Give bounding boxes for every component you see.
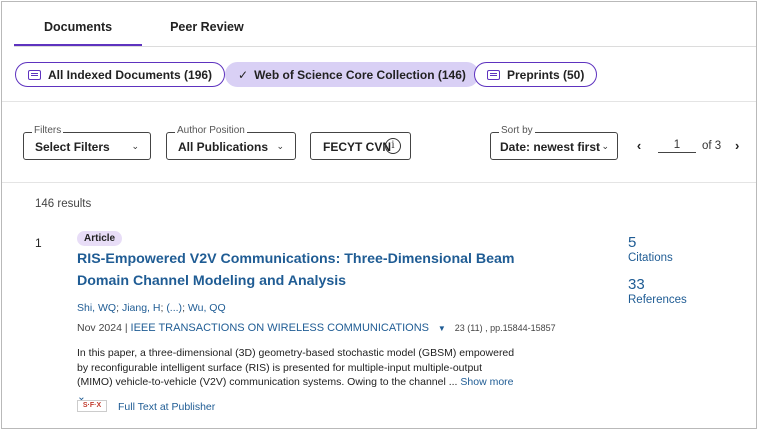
document-list-icon: [28, 69, 41, 80]
document-type-badge: Article: [77, 231, 123, 246]
sort-by-dropdown[interactable]: Sort by Date: newest first ⌄: [490, 125, 618, 160]
sort-by-legend: Sort by: [499, 125, 535, 137]
all-indexed-documents-button[interactable]: All Indexed Documents (196): [15, 62, 226, 87]
author-position-value: All Publications: [178, 140, 269, 154]
author-link[interactable]: Shi, WQ: [77, 302, 116, 314]
author-link[interactable]: Jiang, H: [122, 302, 161, 314]
previous-page-icon[interactable]: ‹: [632, 138, 646, 153]
tab-divider: [14, 46, 756, 47]
author-expand-link[interactable]: (...): [166, 302, 182, 314]
sort-by-value: Date: newest first: [500, 140, 601, 154]
citations-link[interactable]: 5 Citations: [628, 235, 673, 265]
source-info: Nov 2024 | IEEE TRANSACTIONS ON WIRELESS…: [77, 322, 556, 334]
document-list-icon: [487, 69, 500, 80]
filters-value: Select Filters: [35, 140, 110, 154]
chevron-down-icon: ⌄: [131, 141, 139, 151]
caret-down-icon[interactable]: ▼: [438, 324, 446, 333]
record-title-link[interactable]: RIS-Empowered V2V Communications: Three-…: [77, 248, 527, 292]
sfx-logo[interactable]: S·F·X: [77, 400, 107, 412]
citations-label: Citations: [628, 252, 673, 264]
results-count: 146 results: [35, 198, 92, 210]
filters-dropdown[interactable]: Filters Select Filters ⌄: [23, 125, 151, 160]
tab-peer-review[interactable]: Peer Review: [142, 2, 274, 46]
volume-pages: 23 (11) , pp.15844-15857: [454, 323, 556, 333]
all-indexed-documents-label: All Indexed Documents (196): [48, 67, 213, 82]
citations-count: 5: [628, 234, 637, 251]
show-more-label: Show more: [460, 376, 514, 388]
preprints-button[interactable]: Preprints (50): [474, 62, 598, 87]
references-label: References: [628, 294, 687, 306]
wos-core-collection-button[interactable]: ✓ Web of Science Core Collection (146): [225, 62, 479, 87]
abstract-text: In this paper, a three-dimensional (3D) …: [77, 347, 515, 388]
author-position-dropdown[interactable]: Author Position All Publications ⌄: [166, 125, 296, 160]
page-total: of 3: [702, 139, 722, 152]
check-icon: ✓: [238, 67, 249, 82]
full-text-link[interactable]: Full Text at Publisher: [118, 401, 215, 413]
fecyt-cvn-button[interactable]: FECYT CVN i: [310, 132, 411, 160]
author-position-legend: Author Position: [175, 125, 247, 137]
fecyt-cvn-label: FECYT CVN: [323, 140, 392, 154]
chevron-down-icon: ⌄: [276, 141, 284, 151]
publication-date: Nov 2024: [77, 322, 122, 334]
page-number-input[interactable]: 1: [658, 139, 696, 153]
abstract-snippet: In this paper, a three-dimensional (3D) …: [77, 346, 517, 404]
filters-legend: Filters: [32, 125, 64, 137]
divider: [2, 101, 756, 102]
preprints-label: Preprints (50): [507, 67, 585, 82]
tab-documents[interactable]: Documents: [14, 2, 143, 46]
divider: [2, 182, 756, 183]
author-link[interactable]: Wu, QQ: [188, 302, 226, 314]
tab-bar: Documents Peer Review: [14, 2, 274, 46]
author-list: Shi, WQ; Jiang, H; (...); Wu, QQ: [77, 302, 226, 314]
wos-core-collection-label: Web of Science Core Collection (146): [254, 67, 466, 82]
references-link[interactable]: 33 References: [628, 277, 687, 307]
results-panel: Documents Peer Review All Indexed Docume…: [1, 1, 757, 429]
references-count: 33: [628, 276, 645, 293]
next-page-icon[interactable]: ›: [730, 138, 744, 153]
journal-link[interactable]: IEEE TRANSACTIONS ON WIRELESS COMMUNICAT…: [131, 322, 429, 334]
record-index: 1: [35, 236, 42, 250]
info-icon[interactable]: i: [385, 138, 401, 154]
pagination: ‹ 1 of 3 ›: [632, 138, 744, 153]
chevron-down-icon: ⌄: [601, 141, 609, 151]
